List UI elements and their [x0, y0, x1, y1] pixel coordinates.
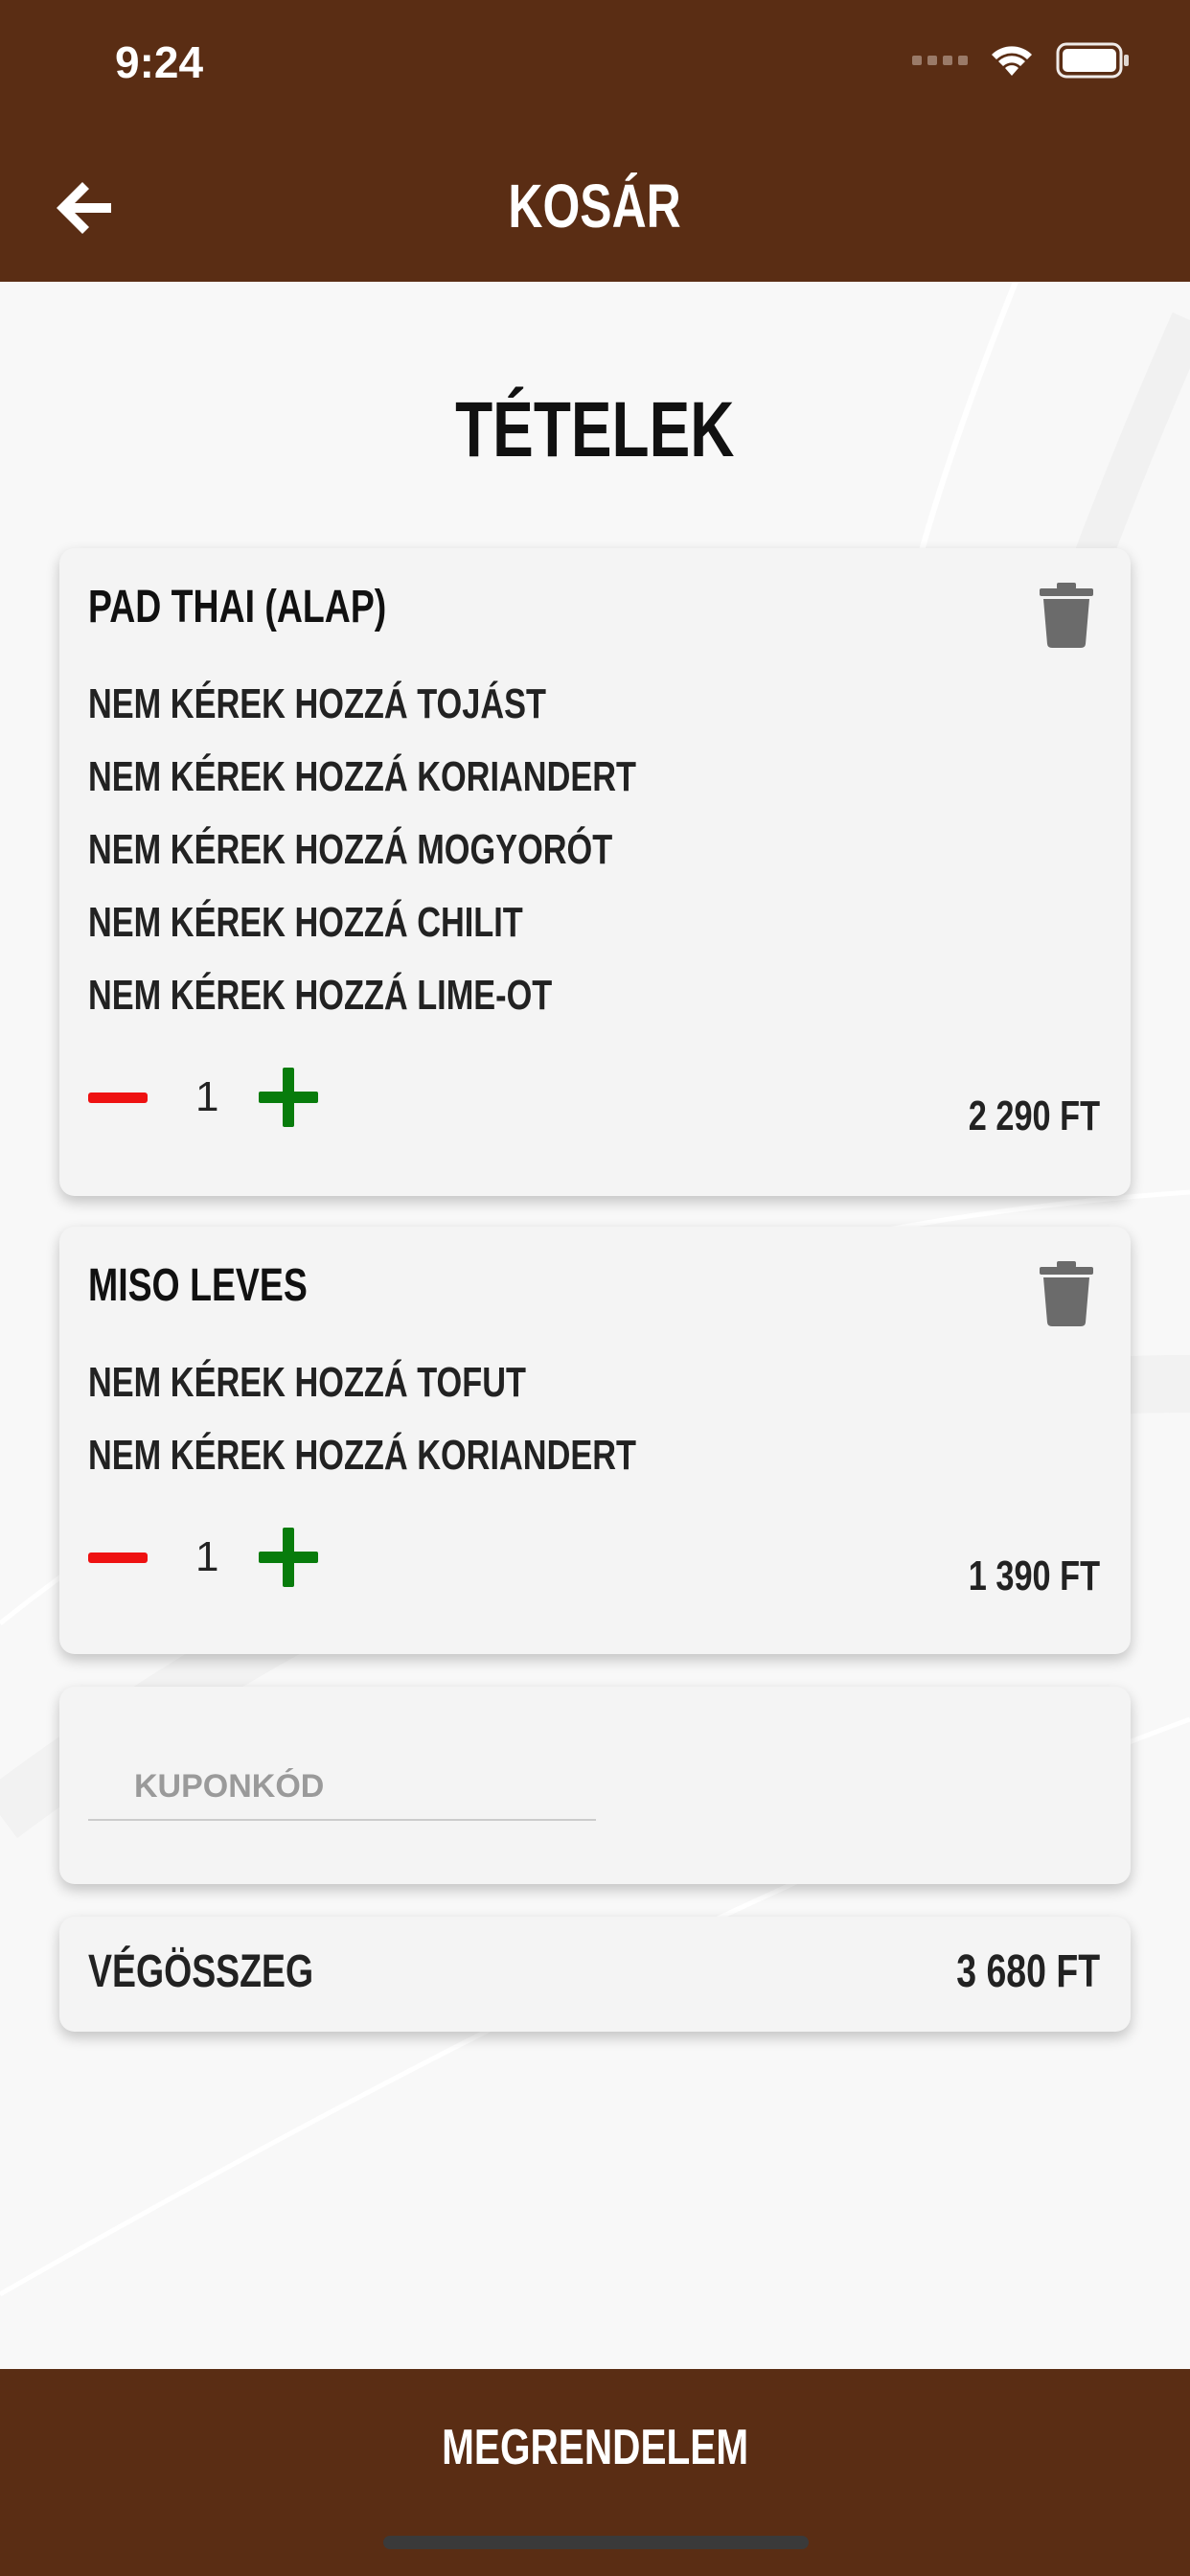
status-icons [912, 42, 1131, 79]
item-option-text: NEM KÉREK HOZZÁ LIME-OT [88, 972, 553, 1019]
trash-icon [1040, 583, 1093, 648]
cart-content: TÉTELEK PAD THAI (ALAP) NEM KÉREK HOZZÁ … [0, 282, 1190, 2369]
cart-item-card: PAD THAI (ALAP) NEM KÉREK HOZZÁ TOJÁST N… [59, 548, 1131, 1196]
item-option: NEM KÉREK HOZZÁ CHILIT [88, 899, 646, 947]
item-option-text: NEM KÉREK HOZZÁ MOGYORÓT [88, 826, 613, 873]
item-option: NEM KÉREK HOZZÁ LIME-OT [88, 972, 683, 1020]
item-option-text: NEM KÉREK HOZZÁ CHILIT [88, 899, 523, 946]
battery-icon [1056, 42, 1129, 79]
quantity-value: 1 [195, 1533, 219, 1580]
item-price: 1 390 FT [931, 1552, 1100, 1600]
item-option-text: NEM KÉREK HOZZÁ KORIANDERT [88, 1432, 636, 1479]
item-option-text: NEM KÉREK HOZZÁ KORIANDERT [88, 753, 636, 800]
item-name: MISO LEVES [88, 1259, 369, 1312]
total-value: 3 680 FT [916, 1945, 1100, 1998]
item-price: 2 290 FT [931, 1092, 1100, 1140]
coupon-input[interactable] [88, 1754, 596, 1821]
minus-icon [88, 1552, 148, 1563]
page-title-text: KOSÁR [508, 172, 682, 241]
page-title: KOSÁR [0, 171, 1190, 242]
increase-quantity-button[interactable] [259, 1068, 318, 1127]
plus-icon-vertical [283, 1528, 294, 1587]
signal-icon [912, 56, 968, 65]
order-button[interactable]: MEGRENDELEM [0, 2369, 1190, 2513]
quantity-value: 1 [195, 1073, 219, 1120]
item-name-text: PAD THAI (ALAP) [88, 582, 387, 632]
item-name-text: MISO LEVES [88, 1260, 308, 1311]
section-title: TÉTELEK [0, 385, 1190, 475]
item-option: NEM KÉREK HOZZÁ KORIANDERT [88, 753, 790, 801]
plus-icon-vertical [283, 1068, 294, 1127]
total-card: VÉGÖSSZEG 3 680 FT [59, 1917, 1131, 2032]
trash-icon [1040, 1261, 1093, 1326]
decrease-quantity-button[interactable] [88, 1083, 148, 1112]
section-title-text: TÉTELEK [455, 386, 735, 473]
total-value-text: 3 680 FT [956, 1946, 1100, 1997]
item-option-text: NEM KÉREK HOZZÁ TOJÁST [88, 680, 546, 727]
status-time: 9:24 [115, 37, 204, 87]
cart-item-card: MISO LEVES NEM KÉREK HOZZÁ TOFUT NEM KÉR… [59, 1227, 1131, 1654]
item-price-text: 1 390 FT [968, 1552, 1100, 1599]
total-label-text: VÉGÖSSZEG [88, 1946, 314, 1997]
app-header: 9:24 KOSÁR [0, 0, 1190, 282]
item-name: PAD THAI (ALAP) [88, 581, 470, 633]
coupon-card [59, 1687, 1131, 1884]
item-option: NEM KÉREK HOZZÁ MOGYORÓT [88, 826, 761, 874]
minus-icon [88, 1092, 148, 1103]
decrease-quantity-button[interactable] [88, 1543, 148, 1572]
item-option-text: NEM KÉREK HOZZÁ TOFUT [88, 1359, 526, 1406]
increase-quantity-button[interactable] [259, 1528, 318, 1587]
item-option: NEM KÉREK HOZZÁ TOJÁST [88, 680, 675, 728]
wifi-icon [992, 46, 1032, 76]
delete-item-button[interactable] [1039, 1261, 1094, 1326]
delete-item-button[interactable] [1039, 583, 1094, 648]
item-option: NEM KÉREK HOZZÁ TOFUT [88, 1359, 650, 1407]
item-option: NEM KÉREK HOZZÁ KORIANDERT [88, 1432, 790, 1480]
item-price-text: 2 290 FT [968, 1092, 1100, 1139]
order-button-text: MEGRENDELEM [442, 2420, 748, 2475]
home-indicator [383, 2536, 809, 2549]
order-button-label: MEGRENDELEM [0, 2419, 1190, 2476]
total-label: VÉGÖSSZEG [88, 1945, 377, 1998]
